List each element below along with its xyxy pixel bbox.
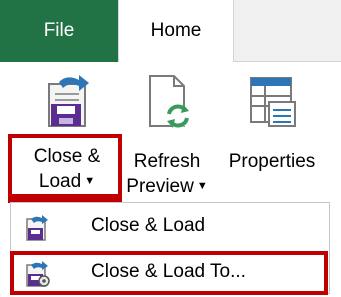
chevron-down-icon: ▼ <box>196 180 208 193</box>
refresh-icon <box>138 72 196 137</box>
tab-file-label: File <box>43 20 75 41</box>
properties-button[interactable]: Properties <box>212 72 332 174</box>
menu-item-close-load-label: Close & Load <box>91 215 206 236</box>
tab-file[interactable]: File <box>0 0 118 62</box>
chevron-down-icon: ▼ <box>84 175 96 188</box>
ribbon-tab-bar: File Home <box>0 0 341 62</box>
close-load-dropdown[interactable]: Load ▼ <box>39 169 95 194</box>
close-load-icon <box>39 72 97 137</box>
tab-home-label: Home <box>150 20 202 41</box>
tab-bar-spacer <box>234 0 341 62</box>
properties-icon <box>243 72 301 137</box>
refresh-preview-button[interactable]: Refresh Preview ▼ <box>122 72 212 199</box>
properties-label: Properties <box>228 151 316 172</box>
tab-home[interactable]: Home <box>118 0 234 62</box>
close-load-to-icon <box>23 260 51 293</box>
close-load-menu: Close & Load Close & Load To... <box>10 202 330 294</box>
close-load-label-group[interactable]: Close & Load ▼ <box>14 144 120 194</box>
menu-item-close-load-to-label: Close & Load To... <box>91 261 246 282</box>
menu-item-close-load[interactable]: Close & Load <box>11 206 329 246</box>
refresh-dropdown[interactable]: Preview ▼ <box>126 174 207 199</box>
menu-item-close-load-to[interactable]: Close & Load To... <box>11 252 329 292</box>
close-load-label-line1: Close & <box>33 146 101 167</box>
close-load-label-line2: Load <box>38 171 82 192</box>
refresh-label-line1: Refresh <box>133 151 201 172</box>
refresh-label-line2: Preview <box>126 176 194 197</box>
close-load-small-icon <box>23 214 51 247</box>
ribbon-panel: Close & Load ▼ Refresh Preview ▼ Propert… <box>0 62 341 254</box>
